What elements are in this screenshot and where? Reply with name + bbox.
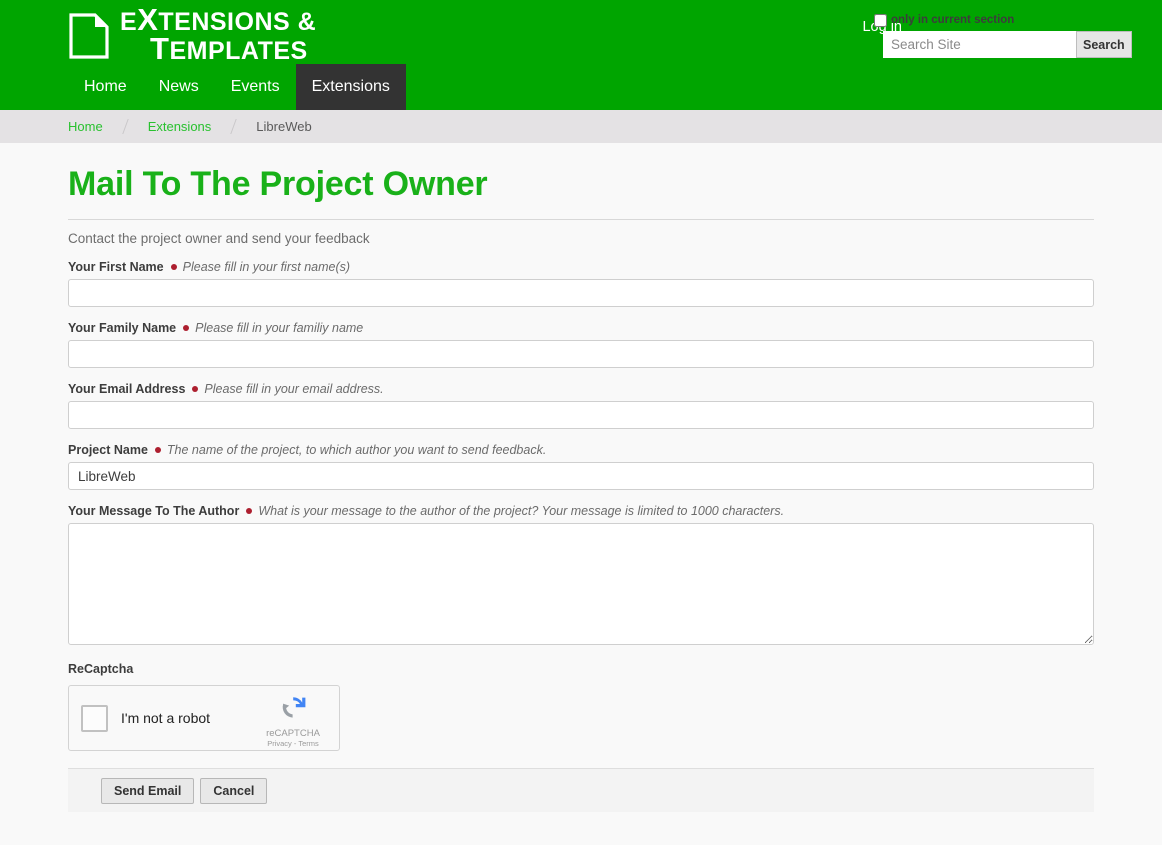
nav-item-extensions[interactable]: Extensions [295, 64, 406, 110]
field-email-address-label-text: Your Email Address [68, 382, 186, 396]
site-search: only in current section Search [874, 12, 1132, 58]
title-divider [68, 219, 1094, 220]
recaptcha-widget[interactable]: I'm not a robot reCAPTCHA Privacy - Term… [68, 685, 340, 751]
field-message-label: Your Message To The Author What is your … [68, 504, 1094, 518]
site-logo[interactable]: EXTENSIONS & TEMPLATES [68, 4, 317, 66]
field-family-name-help: Please fill in your familiy name [195, 321, 364, 335]
logo-line2-rest: EMPLATES [169, 37, 308, 65]
logo-line1-rest: TENSIONS & [158, 8, 317, 36]
recaptcha-terms-link[interactable]: Privacy - Terms [257, 739, 329, 748]
search-current-section-checkbox[interactable] [874, 13, 887, 27]
search-input[interactable] [883, 31, 1076, 58]
required-dot-icon [183, 325, 190, 331]
page-content: Mail To The Project Owner Contact the pr… [0, 143, 1162, 845]
form-action-bar: Send Email Cancel [68, 768, 1094, 812]
field-family-name: Your Family Name Please fill in your fam… [68, 321, 1094, 368]
field-message-help: What is your message to the author of th… [258, 504, 785, 518]
breadcrumb-item-extensions[interactable]: Extensions [148, 119, 212, 134]
main-navigation: Home News Events Extensions [0, 64, 1162, 110]
nav-item-events[interactable]: Events [215, 64, 296, 110]
recaptcha-brand-name: reCAPTCHA [266, 728, 320, 739]
field-project-name-help: The name of the project, to which author… [166, 443, 547, 457]
required-dot-icon [192, 386, 199, 392]
field-project-name-label: Project Name The name of the project, to… [68, 443, 1094, 457]
required-dot-icon [246, 508, 253, 514]
breadcrumb-item-current: LibreWeb [256, 119, 312, 134]
logo-wordmark: EXTENSIONS & TEMPLATES [120, 4, 317, 66]
field-first-name-label: Your First Name Please fill in your firs… [68, 260, 1094, 274]
required-dot-icon [170, 264, 177, 270]
logo-line2-t: T [150, 31, 170, 66]
breadcrumb-item-home[interactable]: Home [68, 119, 103, 134]
project-name-input[interactable] [68, 462, 1094, 490]
field-email-address-label: Your Email Address Please fill in your e… [68, 382, 1094, 396]
breadcrumb-separator-icon [121, 119, 129, 134]
family-name-input[interactable] [68, 340, 1094, 368]
send-email-button[interactable]: Send Email [101, 777, 195, 804]
page-title: Mail To The Project Owner [68, 165, 488, 203]
field-first-name: Your First Name Please fill in your firs… [68, 260, 1094, 307]
message-textarea[interactable] [68, 523, 1094, 645]
field-email-address-help: Please fill in your email address. [204, 382, 384, 396]
search-button[interactable]: Search [1076, 31, 1132, 58]
search-current-section-label[interactable]: only in current section [891, 14, 1014, 26]
recaptcha-logo-icon [257, 693, 329, 727]
field-message: Your Message To The Author What is your … [68, 504, 1094, 645]
document-icon [68, 12, 110, 60]
cancel-button[interactable]: Cancel [200, 777, 268, 804]
site-header: EXTENSIONS & TEMPLATES Log in only in cu… [0, 0, 1162, 64]
field-family-name-label-text: Your Family Name [68, 321, 177, 335]
recaptcha-branding: reCAPTCHA Privacy - Terms [257, 693, 329, 748]
field-first-name-help: Please fill in your first name(s) [182, 260, 351, 274]
search-row: Search [883, 31, 1132, 58]
field-project-name: Project Name The name of the project, to… [68, 443, 1094, 490]
captcha-label: ReCaptcha [68, 662, 134, 676]
field-first-name-label-text: Your First Name [68, 260, 164, 274]
field-email-address: Your Email Address Please fill in your e… [68, 382, 1094, 429]
field-project-name-label-text: Project Name [68, 443, 148, 457]
field-family-name-label: Your Family Name Please fill in your fam… [68, 321, 1094, 335]
first-name-input[interactable] [68, 279, 1094, 307]
breadcrumb: Home Extensions LibreWeb [0, 110, 1162, 143]
search-section-option[interactable]: only in current section [874, 12, 1105, 28]
field-message-label-text: Your Message To The Author [68, 504, 240, 518]
email-address-input[interactable] [68, 401, 1094, 429]
logo-line1-prefix: E [120, 8, 138, 36]
required-dot-icon [154, 447, 161, 453]
recaptcha-checkbox-label: I'm not a robot [121, 710, 211, 726]
breadcrumb-separator-icon [230, 119, 238, 134]
nav-item-news[interactable]: News [143, 64, 215, 110]
recaptcha-checkbox[interactable] [81, 704, 108, 732]
page-description: Contact the project owner and send your … [68, 231, 370, 246]
nav-item-home[interactable]: Home [68, 64, 143, 110]
